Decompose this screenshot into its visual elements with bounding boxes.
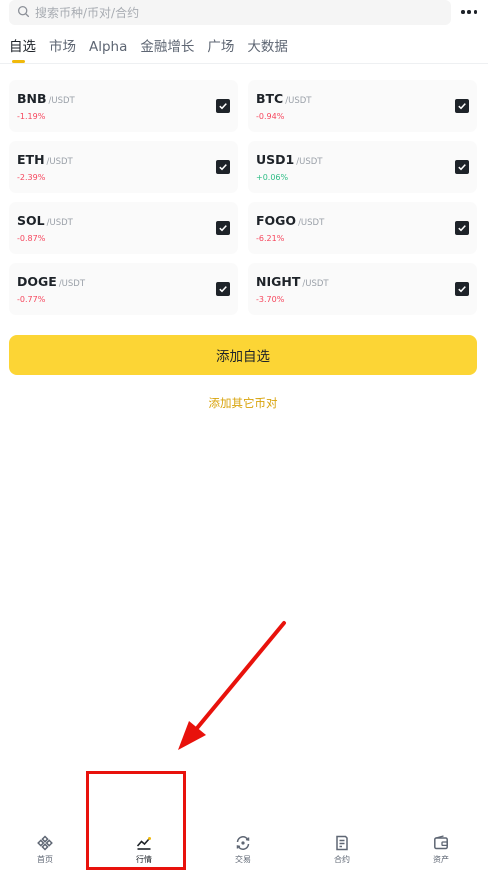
nav-home[interactable]: 首页 [15, 835, 75, 865]
pair-change: -0.87% [17, 234, 46, 243]
pair-base: NIGHT [256, 274, 301, 289]
home-icon [37, 835, 53, 851]
pair-base: USD1 [256, 152, 295, 167]
pair-base: FOGO [256, 213, 297, 228]
search-icon [17, 3, 30, 22]
pair-change: -1.19% [17, 112, 46, 121]
nav-futures[interactable]: 合约 [312, 835, 372, 865]
pair-quote: /USDT [296, 157, 323, 167]
pair-change: +0.06% [256, 173, 289, 182]
tab-alpha[interactable]: Alpha [89, 37, 127, 63]
nav-label: 首页 [37, 855, 53, 864]
wallet-icon [434, 835, 448, 850]
pair-quote: /USDT [302, 279, 329, 289]
nav-label: 合约 [334, 855, 350, 864]
pair-card-night[interactable]: NIGHT/USDT -3.70% [248, 263, 477, 315]
pair-card-sol[interactable]: SOL/USDT -0.87% [9, 202, 238, 254]
bottom-nav: 首页 行情 交易 合约 资产 [0, 835, 488, 871]
pair-quote: /USDT [48, 96, 75, 106]
pair-checkbox[interactable] [216, 160, 230, 174]
market-tabs: 自选 市场 Alpha 金融增长 广场 大数据 [9, 37, 301, 63]
checkmark-icon [219, 103, 227, 110]
pair-quote: /USDT [58, 279, 86, 289]
pair-base: DOGE [17, 274, 57, 289]
search-input[interactable]: 搜索币种/币对/合约 [9, 0, 451, 25]
tab-favorites[interactable]: 自选 [9, 37, 36, 63]
checkmark-icon [458, 286, 466, 293]
pair-change: -0.77% [17, 295, 46, 304]
pair-card-doge[interactable]: DOGE/USDT -0.77% [9, 263, 238, 315]
checkmark-icon [219, 164, 227, 171]
nav-markets[interactable]: 行情 [114, 835, 174, 865]
pair-card-eth[interactable]: ETH/USDT -2.39% [9, 141, 238, 193]
nav-label: 资产 [433, 855, 449, 864]
pair-card-btc[interactable]: BTC/USDT -0.94% [248, 80, 477, 132]
tab-big-data[interactable]: 大数据 [247, 37, 288, 63]
pair-quote: /USDT [298, 218, 325, 228]
nav-label: 交易 [235, 855, 251, 864]
checkmark-icon [458, 225, 466, 232]
nav-label: 行情 [136, 855, 152, 864]
pair-base: SOL [17, 213, 45, 228]
pair-quote: /USDT [46, 218, 73, 228]
pair-change: -0.94% [256, 112, 285, 121]
add-other-pairs-link[interactable]: 添加其它币对 [0, 395, 486, 411]
pair-base: BNB [17, 91, 47, 106]
tabs-divider [0, 63, 488, 64]
pair-checkbox[interactable] [455, 282, 469, 296]
checkmark-icon [458, 103, 466, 110]
pair-base: BTC [256, 91, 284, 106]
tab-financial-growth[interactable]: 金融增长 [140, 37, 194, 63]
pair-change: -3.70% [256, 295, 285, 304]
tab-square[interactable]: 广场 [207, 37, 234, 63]
pair-change: -6.21% [256, 234, 285, 243]
pair-card-usd1[interactable]: USD1/USDT +0.06% [248, 141, 477, 193]
pair-checkbox[interactable] [216, 221, 230, 235]
pair-quote: /USDT [285, 96, 312, 106]
search-placeholder: 搜索币种/币对/合约 [35, 6, 140, 20]
pair-checkbox[interactable] [216, 99, 230, 113]
pair-quote: /USDT [46, 157, 73, 167]
pair-card-bnb[interactable]: BNB/USDT -1.19% [9, 80, 238, 132]
pair-checkbox[interactable] [455, 160, 469, 174]
nav-trade[interactable]: 交易 [213, 835, 273, 865]
pair-base: ETH [17, 152, 45, 167]
pair-checkbox[interactable] [455, 99, 469, 113]
tab-market[interactable]: 市场 [49, 37, 76, 63]
pair-checkbox[interactable] [216, 282, 230, 296]
trade-icon [236, 836, 250, 850]
futures-icon [336, 835, 348, 851]
markets-icon [136, 837, 151, 850]
more-options-icon[interactable] [458, 4, 480, 20]
pair-change: -2.39% [17, 173, 46, 182]
pair-grid: BNB/USDT -1.19% BTC/USDT -0.94% ETH/USDT… [9, 80, 477, 315]
nav-assets[interactable]: 资产 [411, 835, 471, 865]
pair-card-fogo[interactable]: FOGO/USDT -6.21% [248, 202, 477, 254]
pair-checkbox[interactable] [455, 221, 469, 235]
checkmark-icon [219, 225, 227, 232]
add-favorites-button[interactable]: 添加自选 [9, 335, 477, 375]
checkmark-icon [458, 164, 466, 171]
checkmark-icon [219, 286, 227, 293]
